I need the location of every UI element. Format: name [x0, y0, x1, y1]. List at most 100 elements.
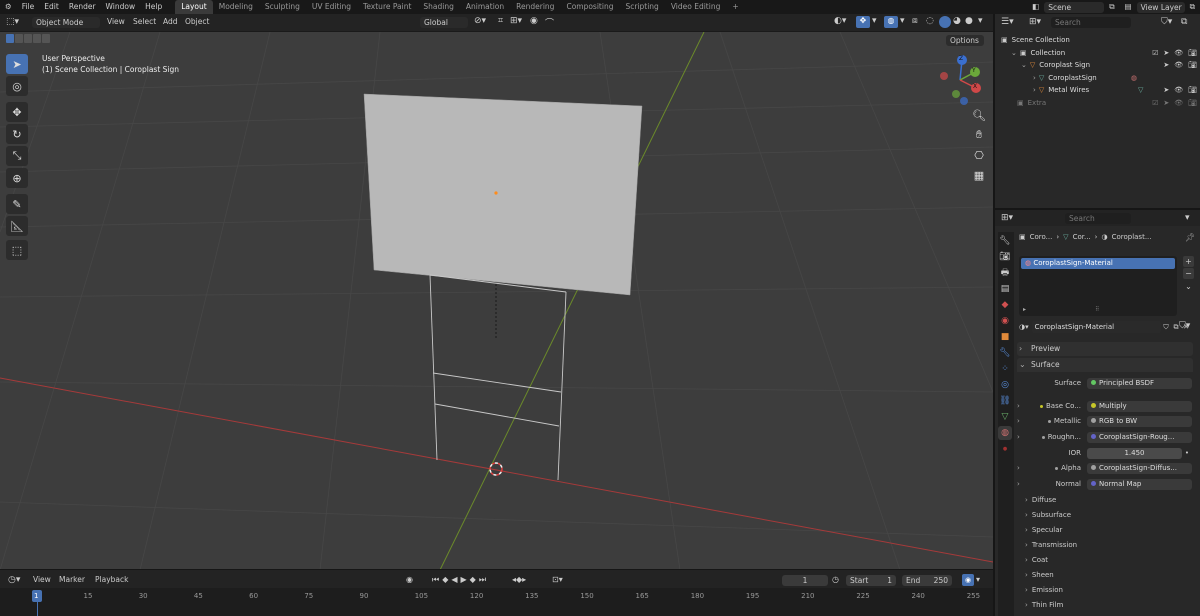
chevron-right-icon[interactable]: › [1017, 417, 1027, 425]
list-expand-icon[interactable]: ▸ [1023, 306, 1026, 313]
perspective-grid-icon[interactable]: ▦ [970, 166, 988, 184]
tab-scripting[interactable]: Scripting [619, 0, 664, 14]
outliner-item-coroplastsign-mesh[interactable]: › ▽ CoroplastSign ◍ [1001, 72, 1197, 85]
base-color-field[interactable]: Multiply [1087, 400, 1192, 412]
measure-tool-icon[interactable]: 📐︎ [6, 216, 28, 236]
select-mode-extend-icon[interactable] [15, 34, 23, 43]
chevron-right-icon[interactable]: › [1033, 86, 1036, 94]
particles-tab-icon[interactable]: ⁘ [998, 362, 1012, 376]
tab-video-editing[interactable]: Video Editing [665, 0, 727, 14]
pan-hand-icon[interactable]: ✋︎ [970, 126, 988, 144]
outliner-item-coroplast-sign[interactable]: ⌄ ▽ Coroplast Sign ➤ 👁︎ 📷︎ [1001, 59, 1197, 72]
properties-dropdown-icon[interactable]: ▾ [1185, 213, 1190, 223]
camera-view-icon[interactable]: ⎔ [970, 146, 988, 164]
scene-selector[interactable]: Scene [1044, 1, 1105, 13]
camera-icon[interactable]: 📷︎ [1188, 49, 1197, 57]
texture-tab-icon[interactable]: ● [998, 442, 1012, 456]
snap-icon[interactable]: ⌗ [498, 16, 503, 26]
subpanel-diffuse[interactable]: › Diffuse [1025, 493, 1077, 508]
subpanel-coat[interactable]: › Coat [1025, 553, 1077, 568]
outliner-scene-collection[interactable]: ▣ Scene Collection [1001, 34, 1197, 47]
slot-menu-icon[interactable]: ⌄ [1183, 282, 1194, 293]
chevron-right-icon[interactable]: › [1017, 464, 1027, 472]
fake-user-icon[interactable]: ⛉ [1161, 323, 1171, 332]
material-tab-icon[interactable]: ◍ [998, 426, 1012, 440]
chevron-right-icon[interactable]: › [1017, 433, 1027, 441]
tab-animation[interactable]: Animation [460, 0, 510, 14]
chevron-down-icon[interactable]: ⌄ [1019, 358, 1026, 372]
select-arrow-icon[interactable]: ➤ [1163, 49, 1169, 57]
outliner-item-metal-wires[interactable]: › ▽ Metal Wires ▽ ➤ 👁︎ 📷︎ [1001, 84, 1197, 97]
checkbox-icon[interactable]: ☑ [1152, 99, 1158, 107]
world-tab-icon[interactable]: ◉ [998, 314, 1012, 328]
chevron-down-icon[interactable]: ⌄ [1011, 49, 1017, 57]
normal-field[interactable]: Normal Map [1087, 478, 1192, 490]
transform-orientation-selector[interactable]: Global [420, 17, 468, 28]
subpanel-transmission[interactable]: › Transmission [1025, 538, 1077, 553]
surface-shader-field[interactable]: Principled BSDF [1087, 377, 1192, 389]
data-tab-icon[interactable]: ▽ [998, 410, 1012, 424]
wireframe-shading-icon[interactable]: ◌ [926, 16, 934, 26]
tab-texture-paint[interactable]: Texture Paint [357, 0, 417, 14]
chevron-right-icon[interactable]: › [1033, 74, 1036, 82]
outliner-item-collection[interactable]: ⌄ ▣ Collection ☑ ➤ 👁︎ 📷︎ [1001, 47, 1197, 60]
navigation-gizmo[interactable]: Z Y X [934, 54, 984, 106]
tab-shading[interactable]: Shading [417, 0, 459, 14]
outliner-search-input[interactable]: Search [1051, 17, 1131, 28]
select-arrow-icon[interactable]: ➤ [1163, 99, 1169, 107]
chevron-right-icon[interactable]: › [1019, 342, 1022, 356]
material-preview-icon[interactable]: ◕ [953, 16, 961, 26]
pivot-icon[interactable]: ⊘▾ [474, 16, 486, 26]
camera-icon[interactable]: 📷︎ [1188, 61, 1197, 69]
scene-icon[interactable]: ◧ [1027, 0, 1044, 14]
viewport-menu-add[interactable]: Add [158, 15, 183, 29]
tab-modeling[interactable]: Modeling [213, 0, 259, 14]
material-browse-icon[interactable]: ◑▾ [1019, 323, 1029, 331]
eye-icon[interactable]: 👁︎ [1174, 99, 1183, 107]
menu-help[interactable]: Help [140, 0, 167, 14]
scene-tab-icon[interactable]: ◆ [998, 298, 1012, 312]
add-cube-tool-icon[interactable]: ⬚ [6, 240, 28, 260]
properties-editor-type-icon[interactable]: ⊞▾ [1001, 213, 1013, 223]
view-layer-selector[interactable]: View Layer [1136, 1, 1185, 13]
render-tab-icon[interactable]: 📷︎ [998, 250, 1012, 264]
add-workspace-button[interactable]: + [726, 0, 744, 14]
viewport-menu-view[interactable]: View [102, 15, 130, 29]
move-tool-icon[interactable]: ✥ [6, 102, 28, 122]
output-tab-icon[interactable]: 🖶︎ [998, 266, 1012, 280]
subpanel-sheen[interactable]: › Sheen [1025, 568, 1077, 583]
display-mode-icon[interactable]: ⊞▾ [1029, 17, 1041, 27]
remove-slot-button[interactable]: − [1183, 268, 1194, 279]
tab-compositing[interactable]: Compositing [560, 0, 619, 14]
view-layer-copy-icon[interactable]: ⧉ [1185, 0, 1200, 14]
modifier-tab-icon[interactable]: 🔧︎ [998, 346, 1012, 360]
tab-rendering[interactable]: Rendering [510, 0, 560, 14]
overlays-toggle-icon[interactable]: ◍ [884, 16, 898, 28]
eye-icon[interactable]: 👁︎ [1174, 86, 1183, 94]
select-mode-subtract-icon[interactable] [24, 34, 32, 43]
select-mode-intersect-icon[interactable] [42, 34, 50, 43]
physics-tab-icon[interactable]: ◎ [998, 378, 1012, 392]
solid-shading-icon[interactable] [939, 16, 951, 28]
panel-preview[interactable]: Preview [1031, 342, 1060, 356]
mode-selector[interactable]: Object Mode [32, 17, 100, 28]
properties-search-input[interactable]: Search [1065, 213, 1131, 224]
tab-layout[interactable]: Layout [175, 0, 213, 14]
zoom-icon[interactable]: 🔍︎ [970, 106, 988, 124]
new-collection-icon[interactable]: ⧉ [1181, 17, 1187, 27]
subpanel-thin-film[interactable]: › Thin Film [1025, 598, 1077, 613]
scene-copy-icon[interactable]: ⧉ [1104, 0, 1119, 14]
menu-edit[interactable]: Edit [39, 0, 64, 14]
select-mode-invert-icon[interactable] [33, 34, 41, 43]
camera-icon[interactable]: 📷︎ [1188, 86, 1197, 94]
tab-sculpting[interactable]: Sculpting [259, 0, 306, 14]
eye-icon[interactable]: 👁︎ [1174, 49, 1183, 57]
overlays-dropdown-icon[interactable]: ▾ [900, 16, 905, 26]
outliner-item-extra[interactable]: ▣ Extra ☑ ➤ 👁︎ 📷︎ [1001, 97, 1197, 110]
proportional-edit-icon[interactable]: ◉ [530, 16, 538, 26]
visibility-icon[interactable]: ◐▾ [834, 16, 846, 26]
ior-field[interactable]: 1.450 [1087, 447, 1182, 459]
constraints-tab-icon[interactable]: ⛓︎ [998, 394, 1012, 408]
outliner-editor-type-icon[interactable]: ☰▾ [1001, 17, 1014, 27]
node-filter-icon[interactable]: ⛉▾ [1179, 321, 1190, 331]
